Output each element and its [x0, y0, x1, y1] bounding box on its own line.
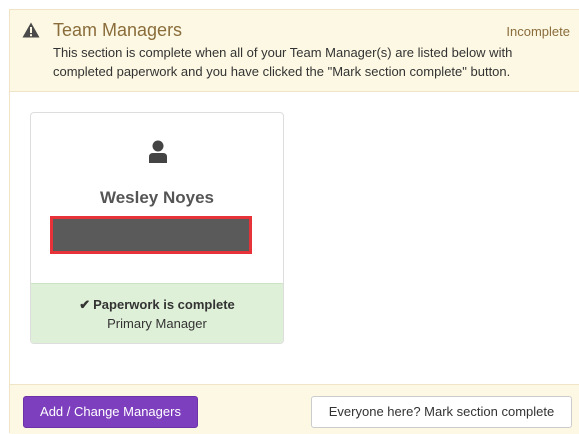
section-title: Team Managers — [53, 20, 183, 40]
user-icon — [149, 140, 167, 163]
paperwork-status-footer: ✔ Paperwork is complete Primary Manager — [31, 283, 283, 343]
section-footer: Add / Change Managers Everyone here? Mar… — [10, 384, 579, 434]
section-header: Team Managers Incomplete This section is… — [10, 10, 579, 92]
redacted-field — [50, 216, 252, 254]
paperwork-status: ✔ Paperwork is complete — [31, 297, 283, 313]
section-status: Incomplete — [506, 24, 570, 39]
manager-card: Wesley Noyes ✔ Paperwork is complete Prim… — [30, 112, 284, 344]
manager-role: Primary Manager — [107, 316, 207, 331]
manager-name: Wesley Noyes — [99, 188, 215, 207]
check-icon: ✔ — [79, 297, 91, 312]
mark-section-complete-button[interactable]: Everyone here? Mark section complete — [311, 396, 572, 428]
warning-icon — [22, 22, 40, 38]
add-change-managers-button[interactable]: Add / Change Managers — [23, 396, 198, 428]
section-description: This section is complete when all of you… — [53, 45, 513, 79]
paperwork-status-text: Paperwork is complete — [93, 297, 235, 312]
team-managers-panel: Team Managers Incomplete This section is… — [9, 9, 579, 434]
